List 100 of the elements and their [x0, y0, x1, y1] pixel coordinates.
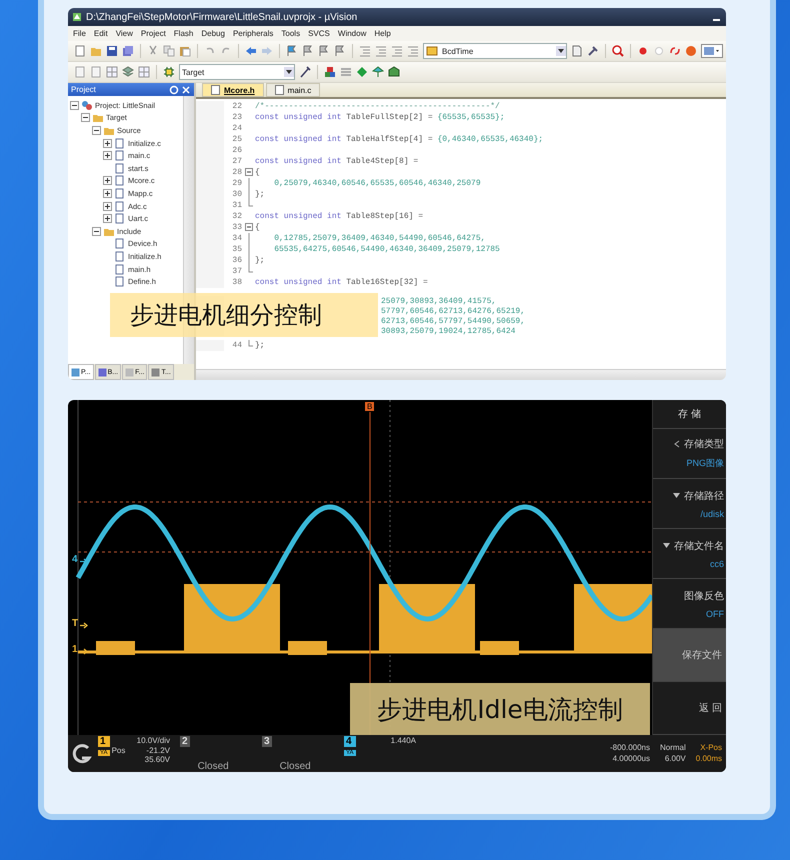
stack-icon[interactable]: [340, 66, 352, 78]
layers-icon[interactable]: [122, 66, 134, 78]
target-dropdown[interactable]: Target: [179, 64, 295, 80]
trace-marker[interactable]: T: [72, 618, 78, 629]
channel-badge[interactable]: 4: [344, 736, 356, 747]
diamond-icon[interactable]: [356, 66, 368, 78]
tab-icon: [71, 368, 80, 376]
expand-toggle[interactable]: [103, 214, 112, 224]
save-icon[interactable]: [106, 45, 118, 57]
code-line: 62713,60546,57797,54490,50659,: [380, 316, 526, 326]
menu-item[interactable]: SVCS: [304, 29, 334, 38]
window-layout-icon[interactable]: [701, 44, 723, 58]
code-line: 0,25079,46340,60546,65535,60546,46340,25079: [273, 179, 481, 188]
menu-button[interactable]: 保存文件: [653, 629, 726, 682]
menu-option[interactable]: 存储类型 PNG图像: [653, 429, 726, 479]
channel-badge[interactable]: 3: [262, 736, 272, 747]
logo-icon: [70, 742, 94, 764]
menu-item[interactable]: Edit: [90, 29, 112, 38]
line-number: 37: [231, 267, 242, 276]
outdent-icon[interactable]: [375, 45, 387, 57]
cursor-marker[interactable]: B: [365, 402, 374, 411]
code-line: 0,12785,25079,36409,46340,54490,60546,64275,: [273, 234, 486, 243]
expand-toggle[interactable]: [103, 188, 112, 198]
document-icon[interactable]: [74, 45, 86, 57]
expand-toggle[interactable]: [92, 126, 101, 135]
menu-item[interactable]: File: [69, 29, 90, 38]
fold-toggle[interactable]: [245, 222, 254, 233]
document-icon: [114, 250, 126, 262]
flag-icon[interactable]: [302, 45, 314, 57]
search-icon[interactable]: [612, 45, 624, 57]
menu-item[interactable]: Flash: [170, 29, 198, 38]
scale-reading: 10.0V/div: [136, 736, 170, 746]
scrollbar[interactable]: [196, 369, 726, 380]
arrow-left-icon[interactable]: [245, 45, 257, 57]
menu-option[interactable]: 存储文件名 cc6: [653, 529, 726, 579]
option-label: 存储路径: [684, 490, 724, 502]
expand-toggle[interactable]: [103, 138, 112, 148]
app-icon: [72, 12, 82, 22]
file-tab[interactable]: Mcore.h: [202, 83, 264, 97]
document-icon: [114, 276, 126, 288]
dot-icon[interactable]: [637, 45, 649, 57]
pos-label: Pos: [112, 746, 126, 756]
line-number: 36: [231, 256, 242, 265]
arrow-right-icon: [80, 648, 88, 655]
project-icon: [81, 100, 93, 111]
list-icon[interactable]: [407, 45, 419, 57]
trigger-level: 6.00V: [664, 754, 686, 764]
menu-item[interactable]: View: [112, 29, 137, 38]
caret-icon: [556, 46, 566, 56]
line-number: 34: [231, 234, 242, 243]
menu-option[interactable]: 存储路径 /udisk: [653, 479, 726, 529]
document-icon[interactable]: [74, 66, 86, 78]
document-icon[interactable]: [90, 66, 102, 78]
grid-icon[interactable]: [138, 66, 150, 78]
expand-toggle[interactable]: [103, 176, 112, 186]
document-icon: [114, 264, 126, 275]
menu-item[interactable]: Tools: [277, 29, 304, 38]
option-value: cc6: [708, 558, 725, 568]
menu-item[interactable]: Window: [334, 29, 370, 38]
expand-toggle[interactable]: [81, 113, 90, 122]
flag-icon[interactable]: [286, 45, 298, 57]
option-label: 图像反色: [684, 590, 724, 602]
option-value: /udisk: [699, 508, 725, 518]
expand-toggle[interactable]: [70, 100, 79, 110]
menu-item[interactable]: Help: [370, 29, 395, 38]
copy-icon[interactable]: [163, 45, 175, 57]
line-number: 32: [231, 212, 242, 221]
menu-item[interactable]: Peripherals: [228, 29, 278, 38]
grid-icon[interactable]: [106, 66, 118, 78]
flag-icon[interactable]: [334, 45, 346, 57]
menu-item[interactable]: Project: [136, 29, 170, 38]
channel-badge[interactable]: 1: [98, 736, 110, 747]
menu-item[interactable]: Debug: [197, 29, 229, 38]
flag-icon[interactable]: [318, 45, 330, 57]
chip-icon[interactable]: [163, 66, 175, 78]
value-reading: 35.60V: [144, 755, 170, 765]
channel-badge[interactable]: 2: [180, 736, 190, 747]
list-icon[interactable]: [391, 45, 403, 57]
document-icon: [114, 138, 126, 149]
xpos-reading: 0.00ms: [696, 754, 722, 764]
file-tab[interactable]: main.c: [266, 83, 320, 97]
document-icon: [114, 213, 126, 224]
close-icon[interactable]: [181, 84, 191, 94]
trace-marker[interactable]: 4: [72, 554, 78, 565]
expand-toggle[interactable]: [92, 226, 101, 236]
scissors-icon[interactable]: [147, 45, 159, 57]
expand-toggle[interactable]: [103, 202, 112, 211]
caption: 步进电机细分控制: [110, 293, 378, 337]
line-number: 31: [231, 201, 242, 210]
indent-icon[interactable]: [359, 45, 371, 57]
function-dropdown[interactable]: BcdTime: [423, 43, 567, 59]
boxes-icon[interactable]: [324, 66, 336, 78]
line-number: 44: [231, 341, 242, 350]
fold-toggle[interactable]: [245, 167, 254, 178]
document-icon: [114, 162, 126, 174]
expand-toggle[interactable]: [103, 151, 112, 160]
wand-icon[interactable]: [299, 66, 311, 78]
trace-marker[interactable]: 1: [72, 644, 78, 655]
disks-icon[interactable]: [122, 45, 134, 57]
paste-icon[interactable]: [179, 45, 191, 57]
